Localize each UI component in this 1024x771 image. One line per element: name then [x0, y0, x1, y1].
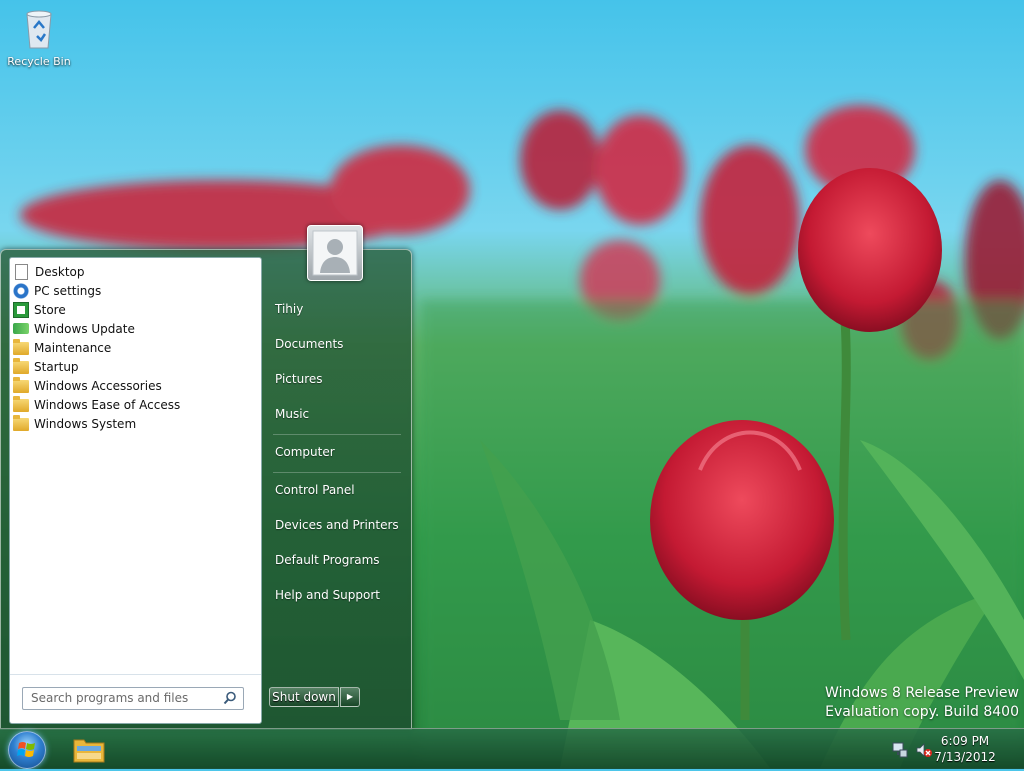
place-computer[interactable]: Computer: [267, 438, 407, 466]
taskbar-clock[interactable]: 6:09 PM 7/13/2012: [930, 733, 1000, 765]
program-label: Desktop: [35, 264, 85, 279]
user-silhouette-icon: [312, 230, 358, 276]
program-label: Maintenance: [34, 340, 112, 355]
recycle-bin-icon: [26, 10, 52, 49]
folder-icon: [13, 415, 29, 431]
place-music[interactable]: Music: [267, 400, 407, 428]
program-label: PC settings: [34, 283, 102, 298]
shut-down-button[interactable]: Shut down: [269, 687, 339, 707]
folder-icon: [13, 396, 29, 412]
taskbar: 6:09 PM 7/13/2012: [0, 728, 1024, 769]
desktop-icon-recycle-bin[interactable]: Recycle Bin: [6, 6, 72, 68]
folder-icon: [13, 339, 29, 355]
shut-down-options-button[interactable]: ▶: [340, 687, 360, 707]
folder-icon: [13, 377, 29, 393]
program-label: Windows System: [34, 416, 137, 431]
place-pictures[interactable]: Pictures: [267, 365, 407, 393]
program-label: Windows Update: [34, 321, 135, 336]
place-control-panel[interactable]: Control Panel: [267, 476, 407, 504]
folder-windows-system[interactable]: Windows System: [10, 414, 261, 433]
folder-icon: [13, 358, 29, 374]
document-icon: [15, 263, 28, 280]
program-label: Windows Ease of Access: [34, 397, 181, 412]
clock-time: 6:09 PM: [940, 734, 990, 748]
places-separator: [273, 434, 401, 435]
program-windows-update[interactable]: Windows Update: [10, 319, 261, 338]
pane-divider: [10, 674, 261, 675]
folder-startup[interactable]: Startup: [10, 357, 261, 376]
folder-windows-ease-of-access[interactable]: Windows Ease of Access: [10, 395, 261, 414]
place-devices-and-printers[interactable]: Devices and Printers: [267, 511, 407, 539]
store-icon: [13, 301, 29, 318]
folder-windows-accessories[interactable]: Windows Accessories: [10, 376, 261, 395]
watermark-line-2: Evaluation copy. Build 8400: [825, 704, 1019, 720]
evaluation-watermark: Windows 8 Release Preview Evaluation cop…: [825, 684, 1019, 722]
program-store[interactable]: Store: [10, 300, 261, 319]
place-user[interactable]: Tihiy: [267, 295, 407, 323]
programs-list: Desktop PC settings Store Windows Update…: [10, 258, 261, 433]
places-separator: [273, 472, 401, 473]
taskbar-explorer-button[interactable]: [72, 734, 106, 764]
windows-update-icon: [13, 323, 29, 334]
network-icon[interactable]: [892, 742, 908, 758]
place-documents[interactable]: Documents: [267, 330, 407, 358]
place-default-programs[interactable]: Default Programs: [267, 546, 407, 574]
search-input[interactable]: [23, 688, 221, 707]
user-avatar[interactable]: [307, 225, 363, 281]
triangle-right-icon: ▶: [346, 692, 354, 701]
clock-date: 7/13/2012: [934, 750, 996, 764]
windows-logo-icon: [17, 742, 35, 757]
program-pc-settings[interactable]: PC settings: [10, 281, 261, 300]
program-label: Store: [34, 302, 66, 317]
gear-icon: [13, 282, 29, 299]
program-desktop[interactable]: Desktop: [10, 262, 261, 281]
search-icon[interactable]: [223, 691, 237, 705]
folder-maintenance[interactable]: Maintenance: [10, 338, 261, 357]
program-label: Windows Accessories: [34, 378, 162, 393]
start-button[interactable]: [8, 731, 46, 769]
program-label: Startup: [34, 359, 79, 374]
recycle-bin-label: Recycle Bin: [7, 55, 71, 68]
watermark-line-1: Windows 8 Release Preview: [825, 685, 1019, 701]
programs-pane: Desktop PC settings Store Windows Update…: [9, 257, 262, 724]
windows-explorer-icon: [73, 739, 105, 763]
start-menu: Desktop PC settings Store Windows Update…: [0, 249, 412, 730]
search-box: [22, 687, 244, 710]
place-help-and-support[interactable]: Help and Support: [267, 581, 407, 609]
